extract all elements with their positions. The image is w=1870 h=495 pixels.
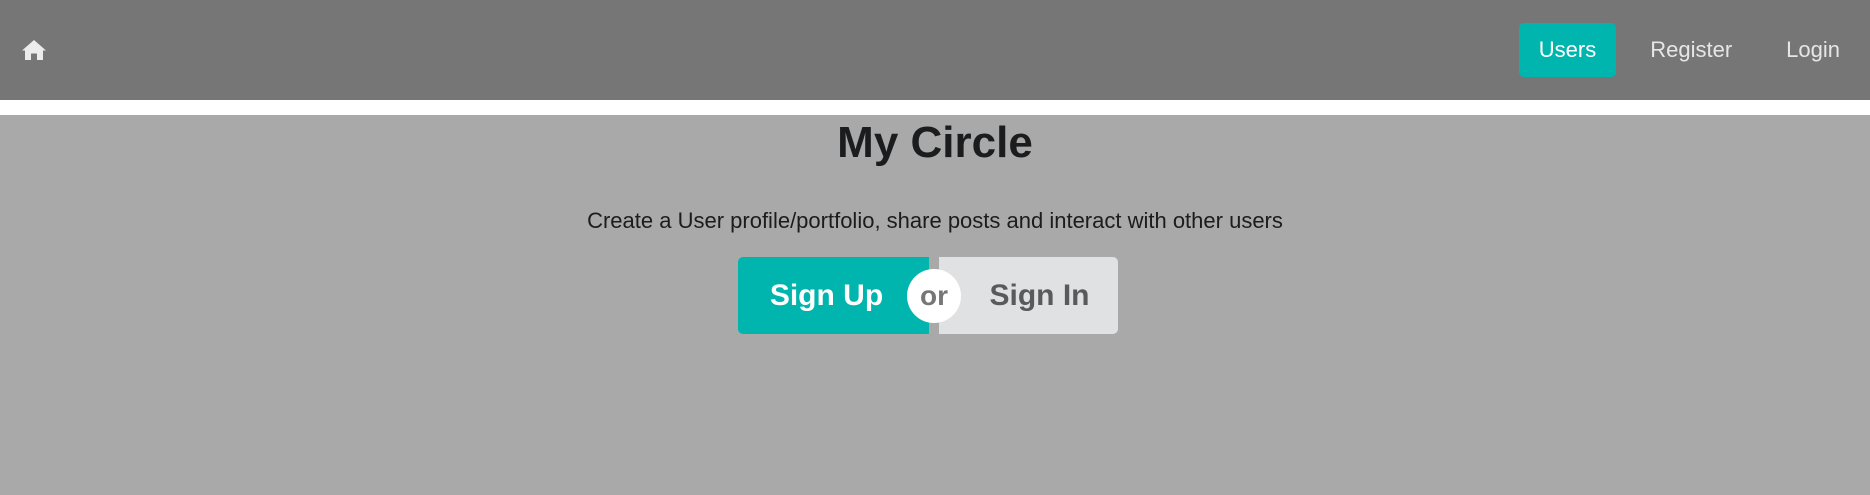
divider-strip (0, 100, 1870, 115)
page-subtitle: Create a User profile/portfolio, share p… (587, 208, 1283, 233)
sign-up-button[interactable]: Sign Up (738, 257, 929, 334)
home-link[interactable] (20, 36, 48, 64)
or-divider: or (907, 269, 961, 323)
sign-in-button[interactable]: Sign In (939, 257, 1118, 334)
auth-button-group: Sign Up Sign In or (738, 257, 1118, 334)
home-icon (22, 40, 46, 60)
nav-item-register[interactable]: Register (1630, 23, 1752, 77)
nav-item-users[interactable]: Users (1518, 23, 1617, 77)
hero-section: My Circle Create a User profile/portfoli… (0, 115, 1870, 495)
nav-item-login[interactable]: Login (1766, 23, 1860, 77)
page-title: My Circle (837, 118, 1033, 167)
top-navbar: Users Register Login (0, 0, 1870, 100)
nav-menu: Users Register Login (1505, 0, 1860, 100)
